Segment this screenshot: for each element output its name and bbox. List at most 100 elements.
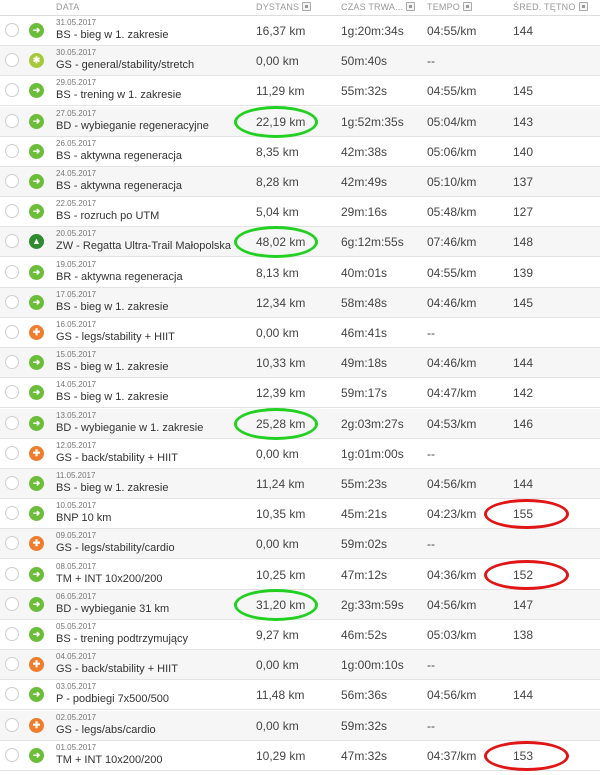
activity-name[interactable]: BS - trening w 1. zakresie bbox=[56, 89, 181, 101]
table-row[interactable]: ➜ 27.05.2017 BD - wybieganie regeneracyjne… bbox=[0, 105, 600, 138]
activity-name[interactable]: BR - aktywna regeneracja bbox=[56, 271, 183, 283]
activity-pace: 05:03/km bbox=[427, 628, 477, 642]
activity-name[interactable]: BS - bieg w 1. zakresie bbox=[56, 29, 169, 41]
activity-name[interactable]: BS - bieg w 1. zakresie bbox=[56, 361, 169, 373]
activity-name[interactable]: TM + INT 10x200/200 bbox=[56, 573, 163, 585]
activity-table: DATA DYSTANS CZAS TRWA... TEMPO ŚRED. TĘ… bbox=[0, 0, 600, 771]
table-row[interactable]: ➜ 06.05.2017 BD - wybieganie 31 km 31,20 km… bbox=[0, 588, 600, 621]
running-icon: ➜ bbox=[29, 627, 44, 642]
table-row[interactable]: ▲ 20.05.2017 ZW - Regatta Ultra-Trail Mało… bbox=[0, 226, 600, 259]
row-select-checkbox[interactable] bbox=[5, 476, 19, 490]
activity-pace: 04:55/km bbox=[427, 24, 477, 38]
sort-icon[interactable] bbox=[578, 2, 588, 11]
activity-name[interactable]: BS - aktywna regeneracja bbox=[56, 150, 182, 162]
activity-name[interactable]: BS - rozruch po UTM bbox=[56, 210, 159, 222]
row-select-checkbox[interactable] bbox=[5, 657, 19, 672]
table-row[interactable]: ✱ 30.05.2017 GS - general/stability/stretc… bbox=[0, 46, 600, 77]
column-header-distance[interactable]: DYSTANS bbox=[256, 2, 312, 12]
activity-name[interactable]: GS - legs/abs/cardio bbox=[56, 724, 156, 736]
table-row[interactable]: ✚ 16.05.2017 GS - legs/stability + HIIT 0,0… bbox=[0, 318, 600, 348]
row-select-checkbox[interactable] bbox=[5, 174, 19, 188]
activity-pace: 04:56/km bbox=[427, 688, 477, 703]
row-select-checkbox[interactable] bbox=[5, 566, 19, 581]
activity-name[interactable]: ZW - Regatta Ultra-Trail Małopolska bbox=[56, 240, 231, 252]
sort-icon[interactable] bbox=[463, 2, 473, 11]
table-row[interactable]: ➜ 01.05.2017 TM + INT 10x200/200 10,29 km 47… bbox=[0, 740, 600, 771]
table-row[interactable]: ✚ 04.05.2017 GS - back/stability + HIIT 0,0… bbox=[0, 650, 600, 681]
activity-date: 01.05.2017 bbox=[56, 742, 97, 752]
activity-distance: 9,27 km bbox=[256, 628, 299, 642]
table-row[interactable]: ➜ 11.05.2017 BS - bieg w 1. zakresie 11,24 … bbox=[0, 469, 600, 499]
table-row[interactable]: ➜ 08.05.2017 TM + INT 10x200/200 10,25 km 47… bbox=[0, 559, 600, 590]
strength-icon: ✚ bbox=[29, 717, 44, 733]
row-select-checkbox[interactable] bbox=[5, 325, 19, 339]
row-select-checkbox[interactable] bbox=[5, 536, 19, 551]
table-row[interactable]: ✚ 09.05.2017 GS - legs/stability/cardio 0,0… bbox=[0, 529, 600, 560]
table-row[interactable]: ➜ 13.05.2017 BD - wybieganie w 1. zakresie… bbox=[0, 407, 600, 440]
activity-name[interactable]: TM + INT 10x200/200 bbox=[56, 754, 163, 766]
activity-name[interactable]: GS - back/stability + HIIT bbox=[56, 452, 178, 464]
table-row[interactable]: ➜ 22.05.2017 BS - rozruch po UTM 5,04 km 29m… bbox=[0, 197, 600, 228]
table-row[interactable]: ➜ 26.05.2017 BS - aktywna regeneracja 8,35 … bbox=[0, 137, 600, 167]
activity-name[interactable]: BD - wybieganie w 1. zakresie bbox=[56, 422, 203, 434]
row-select-checkbox[interactable] bbox=[5, 53, 19, 68]
activity-name[interactable]: GS - legs/stability + HIIT bbox=[56, 331, 175, 343]
row-select-checkbox[interactable] bbox=[5, 717, 19, 732]
activity-name[interactable]: BD - wybieganie 31 km bbox=[56, 603, 169, 615]
column-header-duration[interactable]: CZAS TRWA... bbox=[341, 2, 416, 12]
row-select-checkbox[interactable] bbox=[5, 385, 19, 400]
row-select-checkbox[interactable] bbox=[5, 627, 19, 641]
activity-date: 05.05.2017 bbox=[56, 622, 97, 631]
row-select-checkbox[interactable] bbox=[5, 355, 19, 370]
table-row[interactable]: ➜ 29.05.2017 BS - trening w 1. zakresie 11,… bbox=[0, 76, 600, 107]
activity-name[interactable]: BS - bieg w 1. zakresie bbox=[56, 391, 169, 403]
running-icon: ➜ bbox=[29, 596, 44, 612]
activity-name[interactable]: GS - general/stability/stretch bbox=[56, 59, 194, 71]
activity-name[interactable]: BS - trening podtrzymujący bbox=[56, 633, 188, 645]
activity-distance: 0,00 km bbox=[256, 658, 299, 673]
table-row[interactable]: ✚ 12.05.2017 GS - back/stability + HIIT 0,0… bbox=[0, 439, 600, 469]
table-row[interactable]: ➜ 14.05.2017 BS - bieg w 1. zakresie 12,39 … bbox=[0, 378, 600, 409]
row-select-checkbox[interactable] bbox=[5, 83, 19, 98]
table-row[interactable]: ➜ 17.05.2017 BS - bieg w 1. zakresie 12,34 … bbox=[0, 287, 600, 318]
row-select-checkbox[interactable] bbox=[5, 445, 19, 460]
activity-name[interactable]: P - podbiegi 7x500/500 bbox=[56, 693, 169, 705]
row-select-checkbox[interactable] bbox=[5, 264, 19, 279]
table-row[interactable]: ➜ 03.05.2017 P - podbiegi 7x500/500 11,48 k… bbox=[0, 680, 600, 711]
row-select-checkbox[interactable] bbox=[5, 23, 19, 37]
row-select-checkbox[interactable] bbox=[5, 234, 19, 249]
activity-name[interactable]: BS - bieg w 1. zakresie bbox=[56, 301, 169, 313]
activity-name[interactable]: GS - back/stability + HIIT bbox=[56, 663, 178, 675]
column-header-date[interactable]: DATA bbox=[56, 2, 79, 12]
row-select-checkbox[interactable] bbox=[5, 415, 19, 430]
table-row[interactable]: ➜ 31.05.2017 BS - bieg w 1. zakresie 16,37 … bbox=[0, 16, 600, 46]
activity-name[interactable]: BS - aktywna regeneracja bbox=[56, 180, 182, 192]
column-header-heart-rate[interactable]: ŚRED. TĘTNO bbox=[513, 2, 588, 12]
sort-icon[interactable] bbox=[406, 2, 416, 11]
activity-name[interactable]: BD - wybieganie regeneracyjne bbox=[56, 120, 209, 132]
row-select-checkbox[interactable] bbox=[5, 143, 19, 158]
activity-heart-rate: 147 bbox=[513, 597, 534, 612]
table-row[interactable]: ✚ 02.05.2017 GS - legs/abs/cardio 0,00 km 59… bbox=[0, 710, 600, 741]
table-row[interactable]: ➜ 19.05.2017 BR - aktywna regeneracja 8,13 … bbox=[0, 258, 600, 288]
table-row[interactable]: ➜ 05.05.2017 BS - trening podtrzymujący 9,2… bbox=[0, 620, 600, 650]
row-select-checkbox[interactable] bbox=[5, 687, 19, 702]
row-select-checkbox[interactable] bbox=[5, 506, 19, 521]
row-select-checkbox[interactable] bbox=[5, 747, 19, 762]
row-select-checkbox[interactable] bbox=[5, 204, 19, 219]
activity-duration: 40m:01s bbox=[341, 265, 388, 280]
column-header-pace[interactable]: TEMPO bbox=[427, 2, 473, 12]
activity-duration: 56m:36s bbox=[341, 688, 388, 703]
table-row[interactable]: ➜ 15.05.2017 BS - bieg w 1. zakresie 10,33 … bbox=[0, 348, 600, 379]
stretching-icon: ✱ bbox=[29, 53, 44, 69]
row-select-checkbox[interactable] bbox=[5, 596, 19, 611]
activity-name[interactable]: GS - legs/stability/cardio bbox=[56, 542, 175, 554]
activity-name[interactable]: BS - bieg w 1. zakresie bbox=[56, 482, 169, 494]
table-row[interactable]: ➜ 10.05.2017 BNP 10 km 10,35 km 45m:21s 04:23… bbox=[0, 499, 600, 530]
row-select-checkbox[interactable] bbox=[5, 294, 19, 309]
table-row[interactable]: ➜ 24.05.2017 BS - aktywna regeneracja 8,28 … bbox=[0, 167, 600, 197]
sort-icon[interactable] bbox=[302, 2, 312, 11]
row-select-checkbox[interactable] bbox=[5, 113, 19, 128]
running-icon: ➜ bbox=[29, 143, 44, 159]
activity-name[interactable]: BNP 10 km bbox=[56, 512, 111, 524]
